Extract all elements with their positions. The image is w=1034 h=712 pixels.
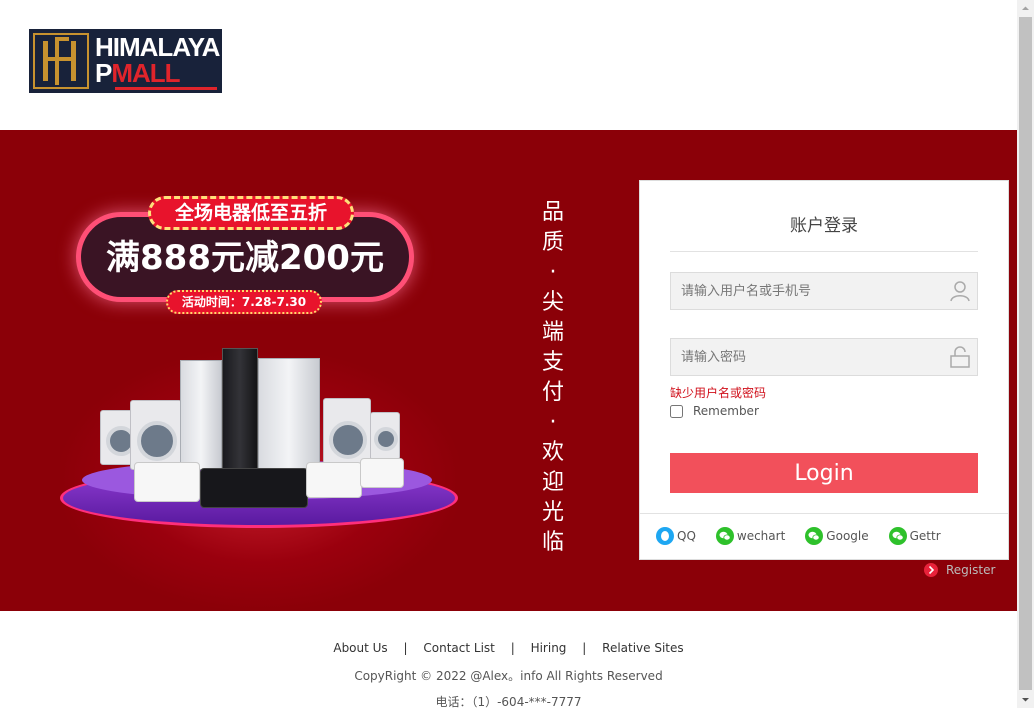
wechat-icon	[715, 527, 734, 545]
vertical-scrollbar[interactable]	[1017, 0, 1034, 708]
footer-link-relative-sites[interactable]: Relative Sites	[602, 641, 684, 655]
social-label: QQ	[677, 529, 696, 543]
slogan-char: 迎	[541, 470, 564, 495]
social-login-wechart[interactable]: wechart	[715, 527, 786, 545]
slogan-char: 尖	[541, 290, 564, 315]
login-button[interactable]: Login	[670, 453, 978, 493]
login-title: 账户登录	[790, 216, 858, 236]
remember-option[interactable]: Remember	[670, 404, 759, 418]
logo-underline	[115, 87, 217, 90]
social-login-qq[interactable]: QQ	[656, 527, 696, 545]
divider	[670, 251, 978, 252]
social-label: Google	[826, 529, 869, 543]
logo-monogram-icon	[33, 33, 89, 89]
ac-appliance	[360, 458, 404, 488]
arrow-right-circle-icon	[924, 563, 938, 577]
username-input[interactable]	[671, 273, 961, 309]
footer-link-hiring[interactable]: Hiring	[531, 641, 567, 655]
scroll-up-arrow-icon[interactable]	[1017, 0, 1034, 17]
social-label: Gettr	[909, 529, 941, 543]
site-header: HIMALAYA PMALL	[0, 0, 1017, 130]
login-panel: 账户登录 缺少用户名或密码 Remember Login QQ	[639, 180, 1009, 560]
qq-icon	[656, 527, 674, 545]
lock-icon	[950, 346, 970, 368]
slogan-char: 品	[541, 200, 564, 225]
divider	[640, 513, 1008, 514]
vertical-slogan: 品 质 · 尖 端 支 付 · 欢 迎 光 临	[540, 198, 566, 558]
register-label: Register	[946, 563, 996, 577]
footer-separator: |	[582, 641, 587, 655]
footer-separator: |	[510, 641, 515, 655]
washer-appliance	[370, 412, 400, 460]
phone-text: 电话：（1）-604-***-7777	[435, 695, 582, 709]
promo-main-text: 满888元减200元	[106, 238, 384, 278]
slogan-char: 欢	[541, 440, 564, 465]
footer-link-about[interactable]: About Us	[333, 641, 387, 655]
slogan-char: 临	[541, 530, 564, 555]
promo-date-text: 活动时间：7.28-7.30	[166, 290, 322, 314]
register-link[interactable]: Register	[924, 563, 995, 577]
password-field[interactable]	[670, 338, 978, 376]
wechat-icon	[888, 527, 907, 545]
user-icon	[950, 281, 970, 302]
fridge-appliance	[222, 348, 258, 470]
logo-text-line1: HIMALAYA	[95, 32, 220, 62]
social-login-list: QQ wechart Google Gettr	[656, 527, 961, 545]
washer-appliance	[130, 400, 182, 470]
slogan-char: ·	[549, 410, 557, 435]
ac-appliance	[134, 462, 200, 502]
error-message: 缺少用户名或密码	[670, 386, 767, 400]
wechat-icon	[805, 527, 824, 545]
himalaya-pmall-logo[interactable]: HIMALAYA PMALL	[29, 29, 222, 93]
scroll-down-arrow-icon[interactable]	[1017, 691, 1034, 708]
footer-separator: |	[403, 641, 408, 655]
slogan-char: ·	[549, 260, 557, 285]
slogan-char: 光	[541, 500, 564, 525]
remember-checkbox[interactable]	[670, 404, 683, 418]
remember-label: Remember	[693, 404, 759, 418]
promo-top-text: 全场电器低至五折	[148, 196, 354, 230]
social-login-google[interactable]: Google	[805, 527, 869, 545]
social-login-gettr[interactable]: Gettr	[888, 527, 941, 545]
footer-link-contact[interactable]: Contact List	[423, 641, 494, 655]
fridge-appliance	[258, 358, 320, 470]
slogan-char: 质	[541, 230, 564, 255]
social-label: wechart	[736, 529, 786, 543]
ac-appliance	[306, 462, 362, 498]
scrollbar-thumb[interactable]	[1019, 17, 1032, 690]
ac-appliance	[200, 468, 308, 508]
slogan-char: 支	[541, 350, 564, 375]
logo-text-line2: PMALL	[95, 58, 181, 88]
username-field[interactable]	[670, 272, 978, 310]
slogan-char: 端	[541, 320, 564, 345]
fridge-appliance	[180, 360, 222, 470]
copyright-text: CopyRight © 2022 @Alex。info All Rights R…	[354, 669, 663, 683]
password-input[interactable]	[671, 339, 961, 375]
footer-links: About Us | Contact List | Hiring | Relat…	[0, 641, 1017, 655]
slogan-char: 付	[541, 380, 564, 405]
